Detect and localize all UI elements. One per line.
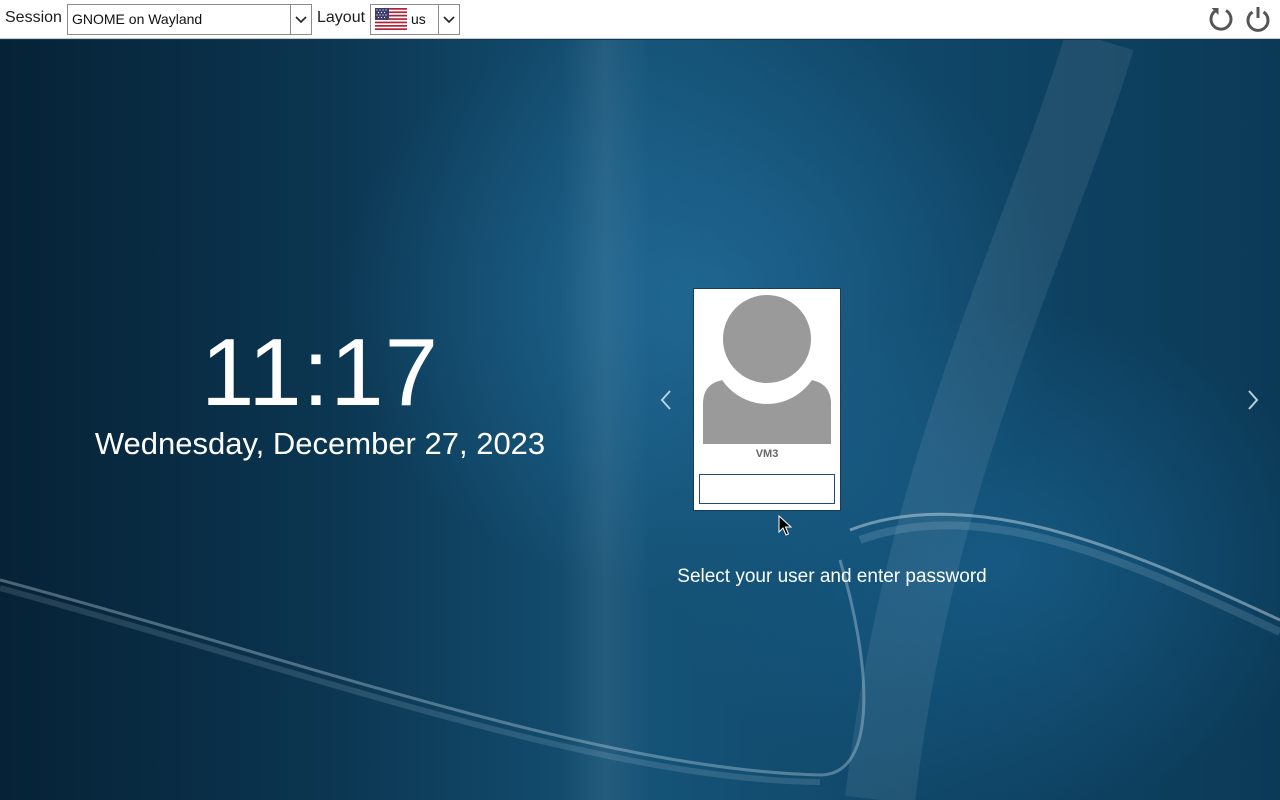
layout-label: Layout: [317, 9, 366, 26]
password-input[interactable]: [699, 474, 835, 504]
shutdown-button[interactable]: [1243, 4, 1273, 34]
layout-value: us: [411, 11, 426, 27]
user-avatar-icon: [703, 295, 831, 444]
us-flag-icon: [375, 8, 407, 30]
top-bar: Session GNOME on Wayland Layout us: [0, 0, 1280, 39]
user-name: VM3: [755, 448, 779, 460]
session-dropdown[interactable]: GNOME on Wayland: [67, 4, 312, 35]
chevron-down-icon[interactable]: [290, 5, 311, 34]
restart-icon: [1209, 8, 1233, 31]
user-card[interactable]: VM3: [693, 288, 841, 511]
power-icon: [1246, 7, 1270, 32]
chevron-down-icon[interactable]: [438, 5, 459, 34]
mouse-pointer-icon: [778, 515, 792, 536]
layout-dropdown[interactable]: us: [370, 4, 460, 35]
login-hint: Select your user and enter password: [677, 566, 987, 587]
previous-user-button[interactable]: [654, 386, 678, 414]
session-value: GNOME on Wayland: [72, 11, 203, 27]
chevron-left-icon: [660, 390, 671, 410]
clock-time: 11:17: [200, 319, 440, 426]
restart-button[interactable]: [1206, 4, 1236, 34]
session-label: Session: [5, 9, 62, 26]
clock-date: Wednesday, December 27, 2023: [94, 426, 546, 461]
chevron-right-icon: [1248, 390, 1259, 410]
next-user-button[interactable]: [1241, 386, 1265, 414]
